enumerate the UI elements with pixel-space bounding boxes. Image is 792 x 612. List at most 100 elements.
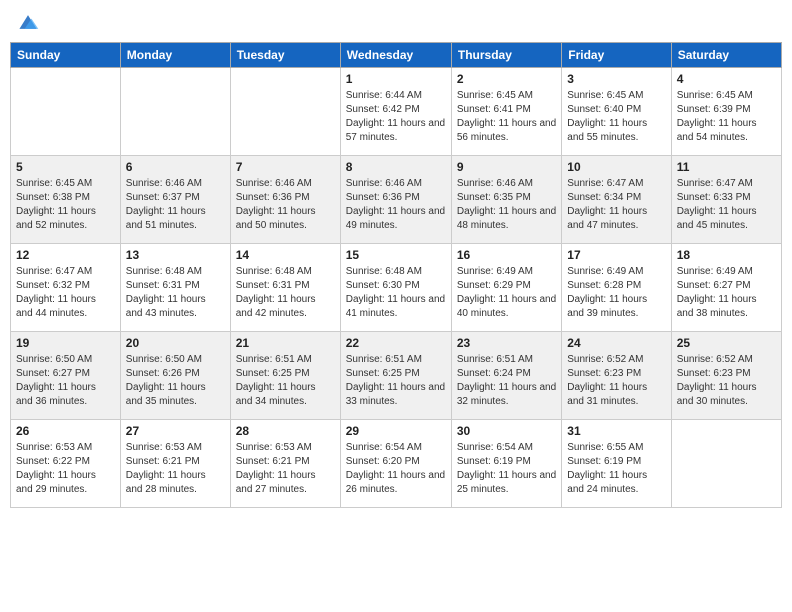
cell-date-number: 31 (567, 424, 665, 438)
cell-date-number: 6 (126, 160, 225, 174)
day-header-wednesday: Wednesday (340, 43, 451, 68)
cell-date-number: 8 (346, 160, 446, 174)
cell-info: Sunrise: 6:51 AMSunset: 6:25 PMDaylight:… (236, 353, 335, 409)
cell-date-number: 23 (457, 336, 556, 350)
calendar-cell: 22 Sunrise: 6:51 AMSunset: 6:25 PMDayligh… (340, 332, 451, 420)
day-header-tuesday: Tuesday (230, 43, 340, 68)
cell-info: Sunrise: 6:46 AMSunset: 6:37 PMDaylight:… (126, 177, 225, 233)
cell-info: Sunrise: 6:48 AMSunset: 6:30 PMDaylight:… (346, 265, 446, 321)
cell-info: Sunrise: 6:51 AMSunset: 6:25 PMDaylight:… (346, 353, 446, 409)
cell-info: Sunrise: 6:52 AMSunset: 6:23 PMDaylight:… (677, 353, 776, 409)
cell-date-number: 18 (677, 248, 776, 262)
cell-date-number: 14 (236, 248, 335, 262)
calendar-cell: 7 Sunrise: 6:46 AMSunset: 6:36 PMDaylight… (230, 156, 340, 244)
calendar-cell: 15 Sunrise: 6:48 AMSunset: 6:30 PMDayligh… (340, 244, 451, 332)
calendar-cell: 20 Sunrise: 6:50 AMSunset: 6:26 PMDayligh… (120, 332, 230, 420)
logo-icon (16, 10, 40, 34)
page-header (10, 10, 782, 34)
calendar-week-1: 1 Sunrise: 6:44 AMSunset: 6:42 PMDaylight… (11, 68, 782, 156)
day-header-monday: Monday (120, 43, 230, 68)
cell-info: Sunrise: 6:48 AMSunset: 6:31 PMDaylight:… (126, 265, 225, 321)
calendar-week-4: 19Sunrise: 6:50 AMSunset: 6:27 PMDayligh… (11, 332, 782, 420)
cell-info: Sunrise: 6:53 AMSunset: 6:21 PMDaylight:… (236, 441, 335, 497)
cell-date-number: 12 (16, 248, 115, 262)
cell-info: Sunrise: 6:45 AMSunset: 6:41 PMDaylight:… (457, 89, 556, 145)
cell-date-number: 26 (16, 424, 115, 438)
calendar-cell (230, 68, 340, 156)
calendar-cell: 26 Sunrise: 6:53 AMSunset: 6:22 PMDayligh… (11, 420, 121, 508)
calendar-cell: 2Sunrise: 6:45 AMSunset: 6:41 PMDaylight… (451, 68, 561, 156)
calendar-week-5: 26 Sunrise: 6:53 AMSunset: 6:22 PMDayligh… (11, 420, 782, 508)
cell-date-number: 3 (567, 72, 665, 86)
cell-date-number: 20 (126, 336, 225, 350)
logo (14, 10, 42, 34)
calendar-cell: 23 Sunrise: 6:51 AMSunset: 6:24 PMDayligh… (451, 332, 561, 420)
cell-date-number: 24 (567, 336, 665, 350)
calendar-cell: 29 Sunrise: 6:54 AMSunset: 6:20 PMDayligh… (340, 420, 451, 508)
cell-info: Sunrise: 6:47 AMSunset: 6:32 PMDaylight:… (16, 265, 115, 321)
calendar-cell (671, 420, 781, 508)
cell-date-number: 1 (346, 72, 446, 86)
cell-info: Sunrise: 6:49 AMSunset: 6:27 PMDaylight:… (677, 265, 776, 321)
cell-date-number: 15 (346, 248, 446, 262)
cell-info: Sunrise: 6:53 AMSunset: 6:22 PMDaylight:… (16, 441, 115, 497)
calendar-cell: 5 Sunrise: 6:45 AMSunset: 6:38 PMDaylight… (11, 156, 121, 244)
calendar-week-2: 5 Sunrise: 6:45 AMSunset: 6:38 PMDaylight… (11, 156, 782, 244)
cell-date-number: 4 (677, 72, 776, 86)
calendar-cell: 21 Sunrise: 6:51 AMSunset: 6:25 PMDayligh… (230, 332, 340, 420)
cell-info: Sunrise: 6:46 AMSunset: 6:35 PMDaylight:… (457, 177, 556, 233)
calendar-cell: 17 Sunrise: 6:49 AMSunset: 6:28 PMDayligh… (562, 244, 671, 332)
cell-info: Sunrise: 6:49 AMSunset: 6:28 PMDaylight:… (567, 265, 665, 321)
cell-info: Sunrise: 6:48 AMSunset: 6:31 PMDaylight:… (236, 265, 335, 321)
calendar-cell: 1 Sunrise: 6:44 AMSunset: 6:42 PMDaylight… (340, 68, 451, 156)
cell-date-number: 10 (567, 160, 665, 174)
calendar-cell: 27 Sunrise: 6:53 AMSunset: 6:21 PMDayligh… (120, 420, 230, 508)
cell-info: Sunrise: 6:55 AMSunset: 6:19 PMDaylight:… (567, 441, 665, 497)
cell-info: Sunrise: 6:54 AMSunset: 6:20 PMDaylight:… (346, 441, 446, 497)
calendar-cell: 8 Sunrise: 6:46 AMSunset: 6:36 PMDaylight… (340, 156, 451, 244)
calendar-week-3: 12 Sunrise: 6:47 AMSunset: 6:32 PMDayligh… (11, 244, 782, 332)
cell-info: Sunrise: 6:52 AMSunset: 6:23 PMDaylight:… (567, 353, 665, 409)
cell-info: Sunrise: 6:45 AMSunset: 6:38 PMDaylight:… (16, 177, 115, 233)
cell-date-number: 17 (567, 248, 665, 262)
calendar-cell: 31 Sunrise: 6:55 AMSunset: 6:19 PMDayligh… (562, 420, 671, 508)
calendar-cell: 4Sunrise: 6:45 AMSunset: 6:39 PMDaylight… (671, 68, 781, 156)
cell-date-number: 11 (677, 160, 776, 174)
day-header-saturday: Saturday (671, 43, 781, 68)
cell-info: Sunrise: 6:50 AMSunset: 6:27 PMDaylight:… (16, 353, 115, 409)
cell-date-number: 5 (16, 160, 115, 174)
cell-date-number: 13 (126, 248, 225, 262)
calendar-cell: 6 Sunrise: 6:46 AMSunset: 6:37 PMDaylight… (120, 156, 230, 244)
day-header-thursday: Thursday (451, 43, 561, 68)
cell-date-number: 21 (236, 336, 335, 350)
cell-date-number: 22 (346, 336, 446, 350)
cell-date-number: 27 (126, 424, 225, 438)
calendar-cell (11, 68, 121, 156)
day-header-sunday: Sunday (11, 43, 121, 68)
cell-date-number: 7 (236, 160, 335, 174)
calendar-cell (120, 68, 230, 156)
calendar-cell: 16 Sunrise: 6:49 AMSunset: 6:29 PMDayligh… (451, 244, 561, 332)
cell-date-number: 25 (677, 336, 776, 350)
cell-info: Sunrise: 6:46 AMSunset: 6:36 PMDaylight:… (346, 177, 446, 233)
calendar-cell: 10Sunrise: 6:47 AMSunset: 6:34 PMDayligh… (562, 156, 671, 244)
cell-date-number: 9 (457, 160, 556, 174)
cell-info: Sunrise: 6:46 AMSunset: 6:36 PMDaylight:… (236, 177, 335, 233)
day-header-friday: Friday (562, 43, 671, 68)
calendar-cell: 14 Sunrise: 6:48 AMSunset: 6:31 PMDayligh… (230, 244, 340, 332)
cell-date-number: 16 (457, 248, 556, 262)
cell-info: Sunrise: 6:51 AMSunset: 6:24 PMDaylight:… (457, 353, 556, 409)
cell-info: Sunrise: 6:47 AMSunset: 6:33 PMDaylight:… (677, 177, 776, 233)
cell-date-number: 28 (236, 424, 335, 438)
calendar-cell: 19Sunrise: 6:50 AMSunset: 6:27 PMDayligh… (11, 332, 121, 420)
cell-info: Sunrise: 6:53 AMSunset: 6:21 PMDaylight:… (126, 441, 225, 497)
cell-info: Sunrise: 6:44 AMSunset: 6:42 PMDaylight:… (346, 89, 446, 145)
calendar-cell: 25 Sunrise: 6:52 AMSunset: 6:23 PMDayligh… (671, 332, 781, 420)
calendar-cell: 3Sunrise: 6:45 AMSunset: 6:40 PMDaylight… (562, 68, 671, 156)
cell-info: Sunrise: 6:49 AMSunset: 6:29 PMDaylight:… (457, 265, 556, 321)
calendar-header-row: SundayMondayTuesdayWednesdayThursdayFrid… (11, 43, 782, 68)
calendar-cell: 13 Sunrise: 6:48 AMSunset: 6:31 PMDayligh… (120, 244, 230, 332)
cell-date-number: 29 (346, 424, 446, 438)
cell-info: Sunrise: 6:50 AMSunset: 6:26 PMDaylight:… (126, 353, 225, 409)
calendar-cell: 12 Sunrise: 6:47 AMSunset: 6:32 PMDayligh… (11, 244, 121, 332)
